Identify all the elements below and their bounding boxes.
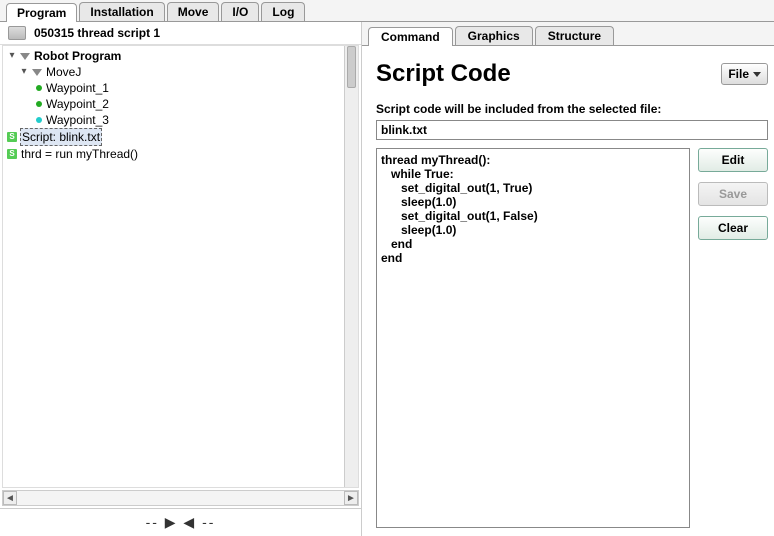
disk-icon[interactable] <box>8 26 26 40</box>
left-panel: 050315 thread script 1 ▾Robot Program ▾M… <box>0 22 362 536</box>
script-icon: S <box>7 149 17 159</box>
script-file-field[interactable]: blink.txt <box>376 120 768 140</box>
tab-log[interactable]: Log <box>261 2 305 21</box>
panel-subtitle: Script code will be included from the se… <box>376 102 768 116</box>
program-tree[interactable]: ▾Robot Program ▾MoveJ Waypoint_1 Waypoin… <box>3 46 344 487</box>
toggle-icon[interactable]: ▾ <box>7 48 17 64</box>
tree-root[interactable]: ▾Robot Program <box>5 48 342 64</box>
move-icon <box>32 69 42 76</box>
tree-vscrollbar[interactable] <box>344 46 358 487</box>
script-icon: S <box>7 132 17 142</box>
tree-waypoint[interactable]: Waypoint_1 <box>5 80 342 96</box>
tab-program[interactable]: Program <box>6 3 77 22</box>
script-code-area: thread myThread(): while True: set_digit… <box>376 148 690 528</box>
scroll-right-icon[interactable]: ► <box>344 491 358 505</box>
top-tabs: Program Installation Move I/O Log <box>0 0 774 22</box>
tree-waypoint[interactable]: Waypoint_3 <box>5 112 342 128</box>
tree-movej[interactable]: ▾MoveJ <box>5 64 342 80</box>
tree-waypoint[interactable]: Waypoint_2 <box>5 96 342 112</box>
tree-script[interactable]: SScript: blink.txt <box>5 128 342 146</box>
toggle-icon[interactable]: ▾ <box>19 64 29 80</box>
save-button: Save <box>698 182 768 206</box>
button-column: Edit Save Clear <box>698 148 768 528</box>
tab-installation[interactable]: Installation <box>79 2 164 21</box>
tab-structure[interactable]: Structure <box>535 26 614 45</box>
sub-tabs: Command Graphics Structure <box>362 22 774 46</box>
file-row: 050315 thread script 1 <box>0 22 361 45</box>
tab-move[interactable]: Move <box>167 2 220 21</box>
waypoint-icon <box>36 101 42 107</box>
waypoint-icon <box>36 117 42 123</box>
scroll-left-icon[interactable]: ◄ <box>3 491 17 505</box>
clear-button[interactable]: Clear <box>698 216 768 240</box>
tree-hscrollbar[interactable]: ◄ ► <box>2 490 359 506</box>
file-dropdown-button[interactable]: File <box>721 63 768 85</box>
playback-controls[interactable]: -- ▶ ◀ -- <box>0 508 361 536</box>
tab-io[interactable]: I/O <box>221 2 259 21</box>
scroll-track[interactable] <box>17 491 344 505</box>
tree-thread[interactable]: Sthrd = run myThread() <box>5 146 342 162</box>
tab-graphics[interactable]: Graphics <box>455 26 533 45</box>
waypoint-icon <box>36 85 42 91</box>
file-name: 050315 thread script 1 <box>34 26 160 40</box>
edit-button[interactable]: Edit <box>698 148 768 172</box>
program-icon <box>20 53 30 60</box>
panel-title: Script Code <box>376 60 511 88</box>
right-panel: Command Graphics Structure Script Code F… <box>362 22 774 536</box>
tab-command[interactable]: Command <box>368 27 453 46</box>
